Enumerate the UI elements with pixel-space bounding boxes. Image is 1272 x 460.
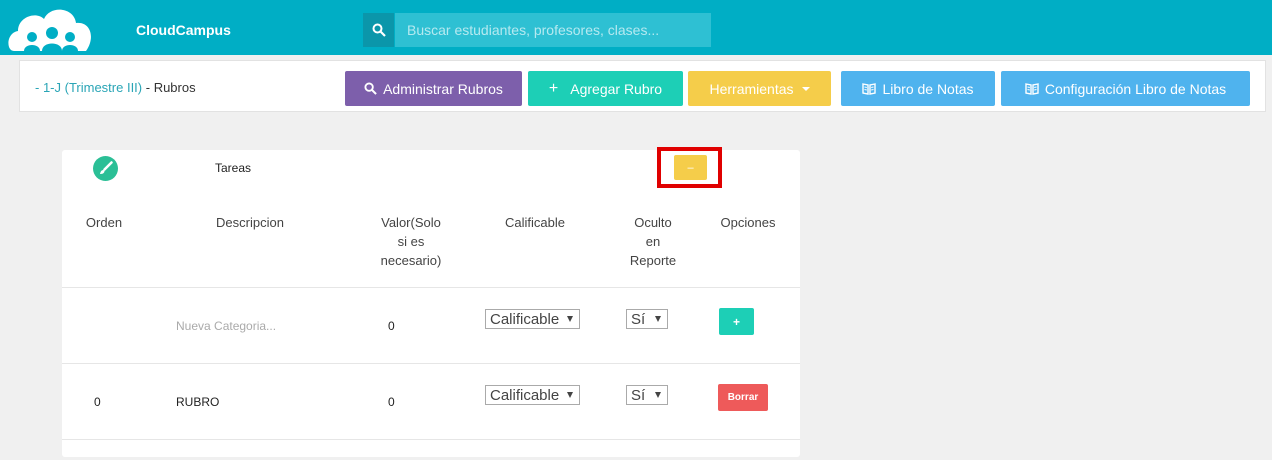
- oculto-select-value: Sí: [631, 310, 646, 328]
- chevron-down-icon: [567, 316, 573, 322]
- column-header-valor-line: si es: [397, 234, 425, 249]
- row-divider: [62, 287, 800, 288]
- column-header-oculto: Oculto en Reporte: [624, 213, 682, 270]
- column-header-oculto-line: Oculto: [634, 215, 672, 230]
- search-icon: [372, 23, 386, 37]
- search-icon: [364, 82, 377, 95]
- cloudcampus-logo[interactable]: [8, 3, 94, 53]
- row-descripcion[interactable]: RUBRO: [176, 395, 219, 409]
- search-button[interactable]: [363, 13, 394, 47]
- search-input[interactable]: [395, 13, 711, 47]
- column-header-valor-line: Valor(Solo: [381, 215, 441, 230]
- plus-icon: +: [548, 79, 559, 97]
- manage-rubrics-button[interactable]: Administrar Rubros: [345, 71, 522, 106]
- category-card: Tareas – Orden Descripcion Valor(Solo si…: [62, 147, 800, 457]
- highlight-box: [657, 147, 722, 188]
- add-rubric-label: Agregar Rubro: [570, 80, 663, 97]
- row-oculto-select[interactable]: Sí: [626, 385, 668, 405]
- column-header-oculto-line: en: [645, 234, 661, 249]
- brand-name[interactable]: CloudCampus: [136, 22, 231, 38]
- column-header-opciones: Opciones: [720, 215, 776, 230]
- column-header-oculto-line: Reporte: [629, 253, 677, 268]
- book-icon: [1025, 82, 1039, 95]
- brush-icon: [93, 156, 118, 181]
- chevron-down-icon: [655, 392, 661, 398]
- add-rubric-button[interactable]: + Agregar Rubro: [528, 71, 683, 106]
- tools-label: Herramientas: [709, 80, 794, 97]
- new-category-value[interactable]: 0: [388, 319, 395, 333]
- page-header: - 1-J (Trimestre III) - Rubros Administr…: [19, 60, 1266, 112]
- gradebook-config-button[interactable]: Configuración Libro de Notas: [1001, 71, 1250, 106]
- row-divider: [62, 363, 800, 364]
- caret-down-icon: [801, 86, 810, 91]
- chevron-down-icon: [567, 392, 573, 398]
- new-category-oculto-select[interactable]: Sí: [626, 309, 668, 329]
- breadcrumb-separator: -: [142, 80, 154, 95]
- column-header-calificable: Calificable: [505, 215, 565, 230]
- category-title: Tareas: [215, 161, 252, 175]
- oculto-select-value: Sí: [631, 386, 646, 404]
- top-bar: CloudCampus: [0, 0, 1272, 55]
- row-calificable-select[interactable]: Calificable: [485, 385, 580, 405]
- column-header-valor: Valor(Solo si es necesario): [376, 213, 446, 270]
- add-category-button[interactable]: +: [719, 308, 754, 335]
- breadcrumb-current: Rubros: [153, 80, 196, 95]
- tools-dropdown-button[interactable]: Herramientas: [688, 71, 831, 106]
- new-category-calificable-select[interactable]: Calificable: [485, 309, 580, 329]
- book-icon: [862, 82, 877, 95]
- row-valor[interactable]: 0: [388, 395, 395, 409]
- gradebook-button[interactable]: Libro de Notas: [841, 71, 995, 106]
- column-header-descripcion: Descripcion: [216, 215, 284, 230]
- calificable-select-value: Calificable: [490, 386, 560, 404]
- breadcrumb-link-class[interactable]: - 1-J (Trimestre III): [35, 80, 142, 95]
- new-category-description-input[interactable]: Nueva Categoria...: [176, 319, 276, 333]
- row-orden: 0: [94, 395, 101, 409]
- column-header-valor-line: necesario): [380, 253, 442, 268]
- row-divider: [62, 439, 800, 440]
- gradebook-config-label: Configuración Libro de Notas: [1044, 80, 1227, 97]
- breadcrumb: - 1-J (Trimestre III) - Rubros: [35, 80, 196, 95]
- column-header-orden: Orden: [85, 215, 123, 230]
- chevron-down-icon: [655, 316, 661, 322]
- calificable-select-value: Calificable: [490, 310, 560, 328]
- gradebook-label: Libro de Notas: [882, 80, 974, 97]
- delete-row-button[interactable]: Borrar: [718, 384, 768, 411]
- manage-rubrics-label: Administrar Rubros: [383, 80, 503, 97]
